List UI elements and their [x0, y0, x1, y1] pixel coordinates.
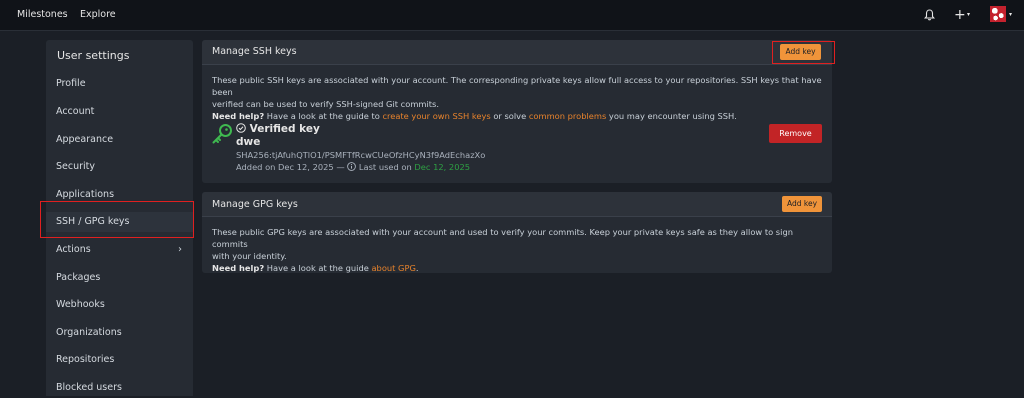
- add-key-highlight-box: [772, 41, 835, 64]
- chevron-right-icon: ›: [178, 244, 182, 255]
- sidebar-item-security[interactable]: Security: [46, 157, 193, 177]
- sidebar-item-webhooks[interactable]: Webhooks: [46, 295, 193, 315]
- added-on-text: Added on Dec 12, 2025 —: [236, 162, 348, 172]
- ssh-key-usage: Added on Dec 12, 2025 — Last used on Dec…: [236, 162, 470, 172]
- gpg-help-text: Have a look at the guide: [264, 263, 372, 273]
- last-used-text: Last used on: [356, 162, 415, 172]
- ssh-help-text: Have a look at the guide to: [264, 111, 383, 121]
- user-avatar[interactable]: [990, 6, 1006, 22]
- sidebar-item-appearance[interactable]: Appearance: [46, 130, 193, 150]
- key-icon: [210, 122, 234, 146]
- create-ssh-keys-link[interactable]: create your own SSH keys: [382, 111, 490, 121]
- nav-milestones[interactable]: Milestones: [17, 0, 68, 30]
- sidebar-item-organizations[interactable]: Organizations: [46, 323, 193, 343]
- ssh-keys-panel: Manage SSH keys Add key These public SSH…: [202, 40, 832, 183]
- sidebar-item-account[interactable]: Account: [46, 102, 193, 122]
- sidebar-item-profile[interactable]: Profile: [46, 74, 193, 94]
- common-problems-link[interactable]: common problems: [529, 111, 606, 121]
- gpg-help-line: Need help? Have a look at the guide abou…: [212, 262, 824, 274]
- sidebar-item-actions[interactable]: Actions ›: [46, 240, 193, 260]
- ssh-help-label: Need help?: [212, 111, 265, 121]
- about-gpg-link[interactable]: about GPG: [371, 263, 415, 273]
- notifications-bell-icon[interactable]: [923, 0, 936, 30]
- sidebar-item-repositories[interactable]: Repositories: [46, 350, 193, 370]
- ssh-help-line: Need help? Have a look at the guide to c…: [212, 110, 824, 122]
- sidebar-title: User settings: [57, 49, 130, 62]
- ssh-panel-title: Manage SSH keys: [212, 46, 297, 57]
- remove-ssh-key-button[interactable]: Remove: [769, 124, 822, 143]
- check-circle-icon: [236, 123, 250, 135]
- sidebar-item-actions-label: Actions: [56, 244, 91, 255]
- ssh-desc-line-1: These public SSH keys are associated wit…: [212, 75, 822, 97]
- create-caret-icon[interactable]: ▾: [967, 0, 970, 30]
- verified-key-line: Verified key: [236, 123, 320, 135]
- ssh-help-text-3: you may encounter using SSH.: [606, 111, 737, 121]
- last-used-date: Dec 12, 2025: [414, 162, 471, 172]
- gpg-help-label: Need help?: [212, 263, 265, 273]
- add-gpg-key-button[interactable]: Add key: [782, 196, 822, 212]
- ssh-description: These public SSH keys are associated wit…: [212, 74, 824, 122]
- ssh-panel-header: Manage SSH keys Add key: [202, 40, 832, 65]
- create-plus-icon[interactable]: +: [954, 0, 966, 30]
- sidebar-item-blocked-users[interactable]: Blocked users: [46, 378, 193, 398]
- gpg-keys-panel: Manage GPG keys Add key These public GPG…: [202, 192, 832, 273]
- gpg-desc-line-1: These public GPG keys are associated wit…: [212, 227, 793, 249]
- nav-explore[interactable]: Explore: [80, 0, 116, 30]
- user-menu-caret-icon[interactable]: ▾: [1009, 0, 1012, 30]
- info-icon: [347, 162, 357, 172]
- ssh-key-name: dwe: [236, 136, 261, 148]
- ssh-desc-line-2: verified can be used to verify SSH-signe…: [212, 99, 439, 109]
- gpg-panel-title: Manage GPG keys: [212, 199, 298, 210]
- sidebar-item-packages[interactable]: Packages: [46, 268, 193, 288]
- gpg-description: These public GPG keys are associated wit…: [212, 226, 824, 274]
- ssh-key-fingerprint: SHA256:tjAfuhQTlO1/PSMFTfRcwCUeOfzHCyN3f…: [236, 150, 486, 160]
- verified-key-label: Verified key: [249, 123, 320, 135]
- sidebar-highlight-box: [40, 201, 194, 238]
- ssh-help-text-2: or solve: [490, 111, 529, 121]
- gpg-desc-line-2: with your identity.: [212, 251, 287, 261]
- gpg-panel-header: Manage GPG keys Add key: [202, 192, 832, 217]
- top-navbar: Milestones Explore + ▾ ▾: [0, 0, 1024, 31]
- gpg-help-text-2: .: [415, 263, 419, 273]
